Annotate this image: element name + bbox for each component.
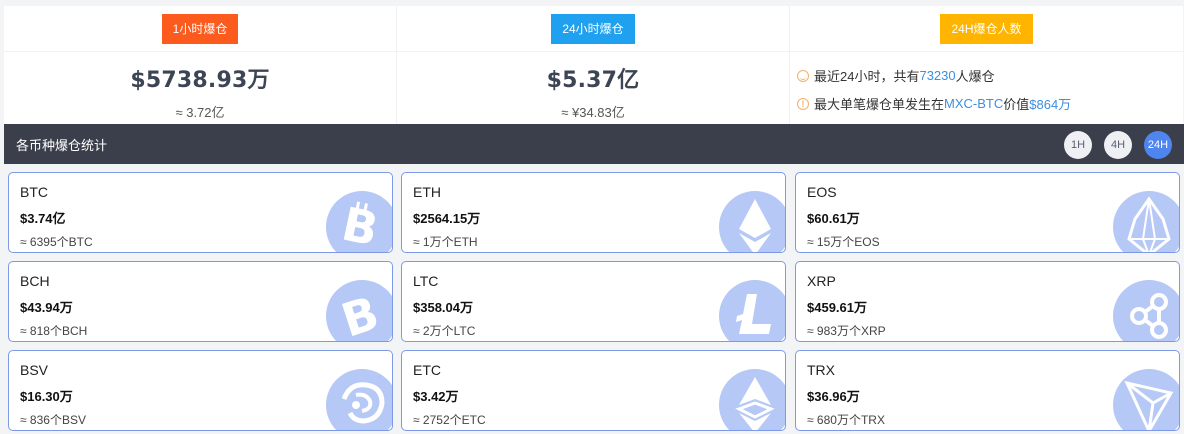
tag-1h-liquidation: 1小时爆仓	[161, 13, 239, 44]
amount-24h: $5.37亿	[546, 68, 640, 93]
eos-icon	[1113, 191, 1179, 252]
cny-24h: ≈ ¥34.83亿	[561, 105, 625, 120]
period-1h-button[interactable]: 1H	[1064, 131, 1092, 159]
coin-stats-title: 各币种爆仓统计	[16, 137, 108, 153]
period-selector: 1H 4H 24H	[1052, 131, 1172, 159]
coin-card-eth[interactable]: ETH $2564.15万 ≈ 1万个ETH	[401, 172, 786, 253]
svg-text:B: B	[335, 286, 385, 342]
bitcoin-sv-icon	[326, 369, 392, 430]
ripple-icon	[1113, 280, 1179, 341]
smile-icon	[797, 69, 809, 82]
largest-order-value: $864万	[1029, 97, 1072, 112]
period-24h-button[interactable]: 24H	[1144, 131, 1172, 159]
bitcoin-icon: B	[326, 191, 392, 253]
largest-order-pair[interactable]: MXC-BTC	[944, 96, 1003, 111]
litecoin-icon	[719, 280, 785, 341]
bitcoin-cash-icon: B	[326, 280, 392, 342]
coin-card-bsv[interactable]: BSV $16.30万 ≈ 836个BSV	[8, 350, 393, 431]
panel-24h-people: 24H爆仓人数 最近24小时，共有 73230 人爆仓 ! 最大单笔爆仓单发生在 MX…	[790, 6, 1183, 124]
cny-1h: ≈ 3.72亿	[175, 105, 225, 120]
coin-card-bch[interactable]: BCH $43.94万 ≈ 818个BCH B	[8, 261, 393, 342]
coin-card-eos[interactable]: EOS $60.61万 ≈ 15万个EOS	[795, 172, 1180, 253]
coin-card-xrp[interactable]: XRP $459.61万 ≈ 983万个XRP	[795, 261, 1180, 342]
tag-24h-people: 24H爆仓人数	[940, 13, 1033, 44]
coin-card-ltc[interactable]: LTC $358.04万 ≈ 2万个LTC	[401, 261, 786, 342]
tron-icon	[1113, 369, 1179, 430]
summary-panels: 1小时爆仓 $5738.93万 ≈ 3.72亿 24小时爆仓 $5.37亿 ≈ …	[4, 6, 1184, 124]
ethereum-icon	[719, 191, 785, 252]
tag-24h-liquidation: 24小时爆仓	[551, 13, 635, 44]
warning-icon: !	[797, 97, 809, 110]
coin-card-btc[interactable]: BTC $3.74亿 ≈ 6395个BTC B	[8, 172, 393, 253]
panel-24h-liquidation: 24小时爆仓 $5.37亿 ≈ ¥34.83亿	[397, 6, 790, 124]
svg-text:B: B	[337, 197, 383, 253]
info-largest-order: ! 最大单笔爆仓单发生在 MXC-BTC 价值 $864万	[797, 94, 1071, 113]
info-people-count: 最近24小时，共有 73230 人爆仓	[797, 66, 995, 85]
coin-card-trx[interactable]: TRX $36.96万 ≈ 680万个TRX	[795, 350, 1180, 431]
coin-stats-header: 各币种爆仓统计 1H 4H 24H	[4, 124, 1184, 164]
panel-1h-liquidation: 1小时爆仓 $5738.93万 ≈ 3.72亿	[4, 6, 397, 124]
amount-1h: $5738.93万	[130, 68, 270, 93]
people-count: 73230	[919, 68, 956, 83]
ethereum-classic-icon	[719, 369, 785, 430]
period-4h-button[interactable]: 4H	[1104, 131, 1132, 159]
coin-card-etc[interactable]: ETC $3.42万 ≈ 2752个ETC	[401, 350, 786, 431]
